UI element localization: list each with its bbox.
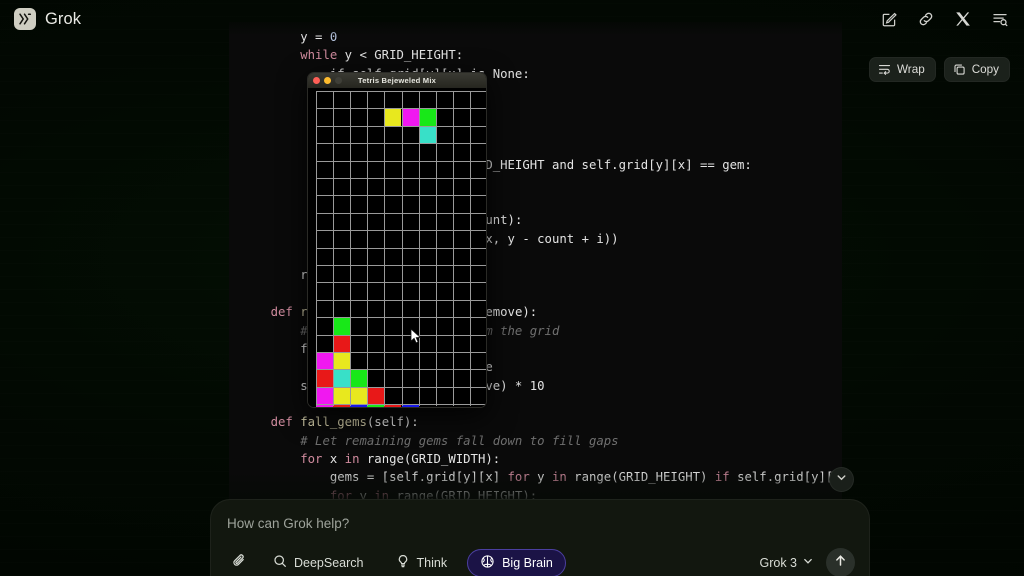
grid-line-horizontal [316, 126, 487, 127]
paperclip-icon [231, 552, 248, 574]
top-bar-icons [879, 9, 1010, 29]
grid-line-horizontal [316, 161, 487, 162]
x-logo-icon[interactable] [953, 9, 973, 29]
wrap-text-icon [878, 63, 891, 76]
grid-line-horizontal [316, 369, 487, 370]
tetris-grid[interactable] [316, 91, 487, 406]
compose-icon[interactable] [879, 9, 899, 29]
copy-button[interactable]: Copy [944, 57, 1010, 82]
top-bar: Grok [0, 0, 1024, 38]
grid-line-horizontal [316, 91, 487, 92]
settled-gem [316, 387, 333, 404]
link-icon[interactable] [916, 9, 936, 29]
grid-line-horizontal [316, 143, 487, 144]
settled-gem [333, 352, 350, 369]
deepsearch-button[interactable]: DeepSearch [261, 549, 376, 576]
game-board[interactable] [308, 88, 487, 408]
game-window[interactable]: Tetris Bejeweled Mix [307, 72, 487, 408]
model-label: Grok 3 [759, 556, 797, 570]
grid-line-horizontal [316, 230, 487, 231]
composer-toolbar: DeepSearch Think Big Bra [225, 548, 855, 576]
think-label: Think [417, 556, 448, 570]
settled-gem [333, 335, 350, 352]
wrap-label: Wrap [897, 63, 925, 76]
bigbrain-button[interactable]: Big Brain [467, 549, 566, 576]
send-button[interactable] [826, 548, 855, 576]
falling-gem [384, 108, 401, 125]
code-line: gems = [self.grid[y][x] for y in range(G… [241, 468, 842, 486]
grid-line-horizontal [316, 178, 487, 179]
settled-gem [350, 369, 367, 386]
lightbulb-icon [396, 554, 410, 571]
grid-line-horizontal [316, 213, 487, 214]
falling-gem [419, 108, 436, 125]
grid-line-horizontal [316, 108, 487, 109]
grid-line-horizontal [316, 317, 487, 318]
brain-icon [480, 554, 495, 572]
grid-line-horizontal [316, 387, 487, 388]
settled-gem [316, 352, 333, 369]
composer[interactable]: How can Grok help? DeepSearch [210, 499, 870, 576]
copy-icon [953, 63, 966, 76]
settled-gem [333, 317, 350, 334]
search-icon [273, 554, 287, 571]
falling-gem [419, 126, 436, 143]
think-button[interactable]: Think [384, 549, 460, 576]
game-window-titlebar[interactable]: Tetris Bejeweled Mix [308, 73, 486, 88]
history-search-icon[interactable] [990, 9, 1010, 29]
brand-name: Grok [45, 10, 81, 29]
bigbrain-label: Big Brain [502, 556, 553, 570]
attach-button[interactable] [225, 549, 253, 576]
window-minimize-icon[interactable] [324, 77, 331, 84]
settled-gem [333, 369, 350, 386]
grid-line-horizontal [316, 195, 487, 196]
chevron-down-icon [835, 471, 848, 489]
code-line: # Let remaining gems fall down to fill g… [241, 432, 842, 450]
composer-input[interactable]: How can Grok help? [227, 516, 853, 531]
model-selector[interactable]: Grok 3 [759, 555, 818, 570]
settled-gem [367, 387, 384, 404]
wrap-button[interactable]: Wrap [869, 57, 936, 82]
brand[interactable]: Grok [14, 8, 81, 30]
grid-line-horizontal [316, 335, 487, 336]
grid-line-horizontal [316, 352, 487, 353]
grid-line-horizontal [316, 282, 487, 283]
copy-label: Copy [972, 63, 999, 76]
window-zoom-icon[interactable] [335, 77, 342, 84]
scroll-to-bottom-button[interactable] [829, 467, 854, 492]
grid-line-horizontal [316, 248, 487, 249]
code-line: def fall_gems(self): [241, 413, 842, 431]
grid-line-horizontal [316, 265, 487, 266]
code-line: for x in range(GRID_WIDTH): [241, 450, 842, 468]
grid-line-horizontal [316, 300, 487, 301]
chevron-down-icon [802, 555, 814, 570]
settled-gem [333, 387, 350, 404]
deepsearch-label: DeepSearch [294, 556, 364, 570]
window-close-icon[interactable] [313, 77, 320, 84]
arrow-up-icon [833, 553, 848, 573]
code-toolbar: Wrap Copy [869, 57, 1010, 82]
code-line: while y < GRID_HEIGHT: [241, 46, 842, 64]
settled-gem [316, 369, 333, 386]
grok-app-window: Grok [0, 0, 1024, 576]
settled-gem [350, 387, 367, 404]
grid-line-horizontal [316, 404, 487, 405]
falling-gem [402, 108, 419, 125]
x-ai-logo-icon [14, 8, 36, 30]
